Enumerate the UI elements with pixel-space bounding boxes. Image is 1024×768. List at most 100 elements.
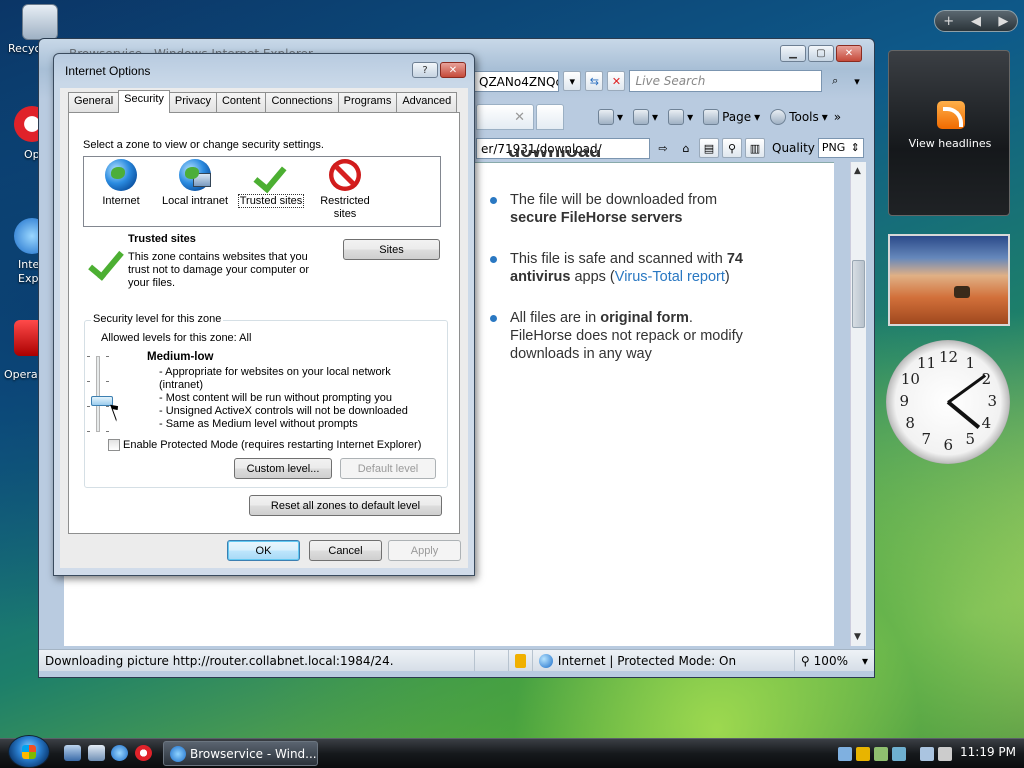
zone-trusted-sites-label: Trusted sites <box>237 194 305 208</box>
dialog-close-button[interactable]: ✕ <box>440 62 466 78</box>
switch-windows-icon[interactable] <box>88 745 105 761</box>
zone-restricted-sites[interactable]: Restricted sites <box>310 159 380 221</box>
tab-security[interactable]: Security <box>118 90 170 113</box>
display-icon[interactable] <box>920 746 934 761</box>
address-input[interactable]: QZANo4ZNQç <box>474 70 560 92</box>
zone-internet[interactable]: Internet <box>86 159 156 207</box>
clock-gadget[interactable]: 12 1 2 3 4 5 6 7 8 9 10 11 <box>886 340 1010 464</box>
zone-prompt: Select a zone to view or change security… <box>83 139 324 151</box>
zoom-control[interactable]: ⚲ 100% ▾ <box>795 650 874 671</box>
safely-remove-icon[interactable] <box>874 746 888 761</box>
protected-mode-label[interactable]: Enable Protected Mode (requires restarti… <box>123 439 421 451</box>
feed-headlines-gadget[interactable]: View headlines <box>888 50 1010 216</box>
help-button[interactable]: ? <box>412 62 438 78</box>
zone-local-intranet[interactable]: Local intranet <box>160 159 230 207</box>
show-desktop-icon[interactable] <box>64 745 81 761</box>
status-empty-1 <box>475 650 509 671</box>
next-gadget-button[interactable]: ▶ <box>990 14 1017 29</box>
taskbar-button-browservice[interactable]: Browservice - Wind... <box>163 741 318 766</box>
apply-button[interactable]: Apply <box>388 540 461 561</box>
internet-explorer-icon <box>170 746 186 762</box>
bullet3-line2: FileHorse does not repack or modify <box>510 328 743 344</box>
close-button[interactable]: ✕ <box>836 45 862 62</box>
page-menu[interactable]: Page ▾ <box>703 109 760 125</box>
security-warning-icon[interactable] <box>509 650 533 671</box>
zoom-dropdown-icon[interactable]: ▾ <box>862 654 868 668</box>
print-button[interactable]: ▾ <box>668 109 693 125</box>
allowed-levels-label: Allowed levels for this zone: All <box>101 332 252 344</box>
ok-button[interactable]: OK <box>227 540 300 561</box>
scroll-thumb[interactable] <box>852 260 865 328</box>
zone-trusted-sites[interactable]: Trusted sites <box>236 159 306 208</box>
tools-menu[interactable]: Tools ▾ <box>770 109 828 125</box>
zoom-icon: ⚲ <box>800 653 810 668</box>
taskbar-clock[interactable]: 11:19 PM <box>960 745 1016 759</box>
home-button[interactable]: ▾ <box>598 109 623 125</box>
start-button[interactable] <box>8 735 50 768</box>
bullet1-text: The file will be downloaded from <box>510 192 718 208</box>
slideshow-gadget[interactable] <box>888 234 1010 326</box>
chevron-right-icon[interactable]: » <box>834 110 841 124</box>
level-line-4: - Unsigned ActiveX controls will not be … <box>159 405 408 417</box>
page-scrollbar[interactable]: ▲ ▼ <box>850 162 866 646</box>
clock-number: 4 <box>981 414 992 432</box>
zone-internet-label: Internet <box>102 195 140 207</box>
security-level-slider-track[interactable] <box>96 356 100 432</box>
feeds-button[interactable]: ▾ <box>633 109 658 125</box>
tab-programs[interactable]: Programs <box>337 92 398 112</box>
virus-total-link[interactable]: Virus-Total report <box>615 269 725 285</box>
opera-icon[interactable] <box>135 745 152 761</box>
search-input[interactable]: Live Search <box>629 70 823 92</box>
refresh-icon[interactable]: ⇆ <box>585 71 604 91</box>
prev-gadget-button[interactable]: ◀ <box>962 14 989 29</box>
globe-icon <box>538 653 553 668</box>
tab-advanced[interactable]: Advanced <box>396 92 458 112</box>
list-item: All files are in original form. FileHors… <box>486 309 846 363</box>
minimize-button[interactable]: ▁ <box>780 45 806 62</box>
internet-explorer-icon[interactable] <box>111 745 128 761</box>
tab-general[interactable]: General <box>68 92 120 112</box>
stop-icon[interactable]: ✕ <box>607 71 626 91</box>
default-level-button[interactable]: Default level <box>340 458 436 479</box>
clock-number: 9 <box>899 392 910 410</box>
new-tab-button[interactable] <box>536 104 564 130</box>
address-bar-row: QZANo4ZNQç ▾ ⇆ ✕ Live Search ⌕ ▾ <box>474 70 866 92</box>
internet-options-dialog: Internet Options ? ✕ General Security Pr… <box>53 53 475 576</box>
tab-privacy[interactable]: Privacy <box>168 92 217 112</box>
volume-muted-icon[interactable] <box>938 746 952 761</box>
protected-mode-checkbox[interactable] <box>108 439 120 451</box>
sites-button[interactable]: Sites <box>343 239 440 260</box>
bullet2-mid: apps ( <box>570 269 615 285</box>
scroll-down-icon[interactable]: ▼ <box>854 632 861 642</box>
clock-number: 2 <box>981 370 992 388</box>
level-line-1: - Appropriate for websites on your local… <box>159 366 391 378</box>
scroll-up-icon[interactable]: ▲ <box>854 166 861 176</box>
maximize-button[interactable]: ▢ <box>808 45 834 62</box>
page-icon <box>703 109 720 125</box>
custom-level-button[interactable]: Custom level... <box>234 458 332 479</box>
add-gadget-button[interactable]: + <box>935 14 962 29</box>
zone-status[interactable]: Internet | Protected Mode: On <box>533 650 795 671</box>
security-shield-icon[interactable] <box>856 746 870 761</box>
search-icon[interactable]: ⌕ <box>826 71 844 91</box>
network-icon[interactable] <box>838 746 852 761</box>
cancel-button[interactable]: Cancel <box>309 540 382 561</box>
tab-connections[interactable]: Connections <box>265 92 339 112</box>
address-dropdown-icon[interactable]: ▾ <box>563 71 582 91</box>
clock-number: 1 <box>965 353 976 372</box>
dialog-caption-buttons: ? ✕ <box>412 62 466 78</box>
slider-tick <box>87 431 90 432</box>
quality-select[interactable]: PNG ⇕ <box>817 138 864 158</box>
search-dropdown-icon[interactable]: ▾ <box>848 71 866 91</box>
update-icon[interactable] <box>892 746 906 761</box>
select-arrows-icon: ⇕ <box>850 141 860 154</box>
tab-content[interactable]: Content <box>215 92 267 112</box>
tools-menu-label: Tools <box>789 110 819 124</box>
bullet3-bold: original form <box>600 310 689 326</box>
bullet1-bold: secure FileHorse servers <box>510 210 683 226</box>
zone-local-intranet-label: Local intranet <box>161 195 229 207</box>
tab-close-button[interactable]: ✕ <box>476 104 534 130</box>
restricted-icon <box>329 159 361 191</box>
reset-all-zones-button[interactable]: Reset all zones to default level <box>249 495 442 516</box>
bullet2-text: This file is safe and scanned with <box>510 251 727 267</box>
